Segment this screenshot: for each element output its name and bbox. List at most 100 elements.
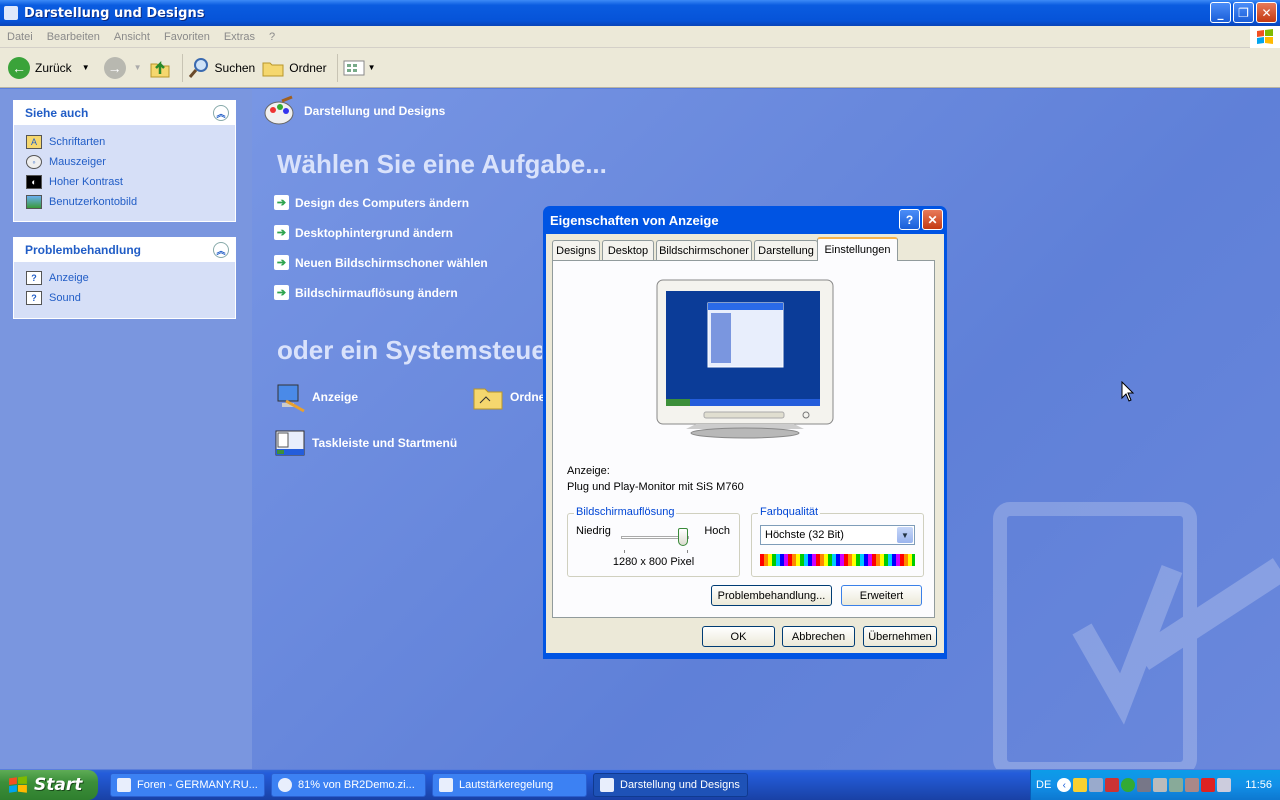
sidebar-item-mouse-pointer[interactable]: ◦ Mauszeiger bbox=[14, 152, 235, 172]
collapse-icon[interactable]: ︽ bbox=[213, 242, 229, 258]
taskbar-item-forum[interactable]: Foren - GERMANY.RU... bbox=[110, 773, 265, 797]
tab-designs[interactable]: Designs bbox=[552, 240, 600, 260]
dialog-help-button[interactable]: ? bbox=[899, 209, 920, 230]
antivirus-icon[interactable] bbox=[1105, 778, 1120, 792]
menu-help[interactable]: ? bbox=[262, 31, 282, 43]
toolbar-separator bbox=[181, 53, 183, 82]
task-change-background[interactable]: ➔ Desktophintergrund ändern bbox=[274, 225, 453, 240]
tab-screensaver[interactable]: Bildschirmschoner bbox=[656, 240, 752, 260]
folder-options-icon bbox=[473, 388, 503, 410]
forward-button[interactable]: → ▼ bbox=[103, 56, 142, 79]
tab-desktop[interactable]: Desktop bbox=[602, 240, 654, 260]
display-icon bbox=[277, 384, 305, 413]
warning-icon[interactable] bbox=[1073, 778, 1088, 792]
cpl-taskbar-start-menu[interactable]: Taskleiste und Startmenü bbox=[274, 427, 457, 459]
shield-icon[interactable] bbox=[1185, 778, 1200, 792]
chevron-down-icon[interactable]: ▼ bbox=[134, 63, 142, 72]
sidebar-item-sound[interactable]: ? Sound bbox=[14, 288, 235, 308]
search-icon bbox=[188, 57, 208, 78]
help-icon: ? bbox=[26, 271, 42, 285]
language-indicator[interactable]: DE bbox=[1036, 779, 1051, 791]
back-arrow-icon: ← bbox=[8, 56, 30, 79]
dialog-close-button[interactable]: ✕ bbox=[922, 209, 943, 230]
see-also-header[interactable]: Siehe auch ︽ bbox=[14, 101, 235, 125]
minimize-button[interactable]: _ bbox=[1210, 2, 1231, 23]
display-label: Anzeige: bbox=[567, 465, 610, 477]
tab-appearance[interactable]: Darstellung bbox=[754, 240, 818, 260]
apply-button[interactable]: Übernehmen bbox=[863, 626, 937, 647]
monitor-preview-icon bbox=[656, 279, 834, 439]
user-picture-icon bbox=[26, 195, 42, 209]
clock[interactable]: 11:56 bbox=[1245, 779, 1272, 791]
views-button[interactable]: ▼ bbox=[342, 58, 376, 78]
resolution-group: Bildschirmauflösung Niedrig Hoch 1280 x … bbox=[567, 506, 740, 577]
nvidia-icon[interactable] bbox=[1121, 778, 1136, 792]
task-title: Wählen Sie eine Aufgabe... bbox=[277, 149, 607, 179]
monitor-tray-icon[interactable] bbox=[1217, 778, 1232, 792]
cpl-folder-options[interactable]: Ordneroptionen bbox=[472, 381, 544, 413]
task-change-resolution[interactable]: ➔ Bildschirmauflösung ändern bbox=[274, 285, 458, 300]
window-titlebar[interactable]: Darstellung und Designs _ ❐ ✕ bbox=[0, 0, 1280, 26]
acrobat-icon[interactable] bbox=[1201, 778, 1216, 792]
dropdown-arrow-icon[interactable]: ▼ bbox=[897, 527, 913, 543]
forward-arrow-icon: → bbox=[103, 56, 126, 79]
start-button[interactable]: Start bbox=[0, 770, 98, 800]
sidebar-item-fonts[interactable]: A Schriftarten bbox=[14, 132, 235, 152]
download-icon bbox=[278, 778, 292, 792]
advanced-button[interactable]: Erweitert bbox=[841, 585, 922, 606]
task-choose-screensaver[interactable]: ➔ Neuen Bildschirmschoner wählen bbox=[274, 255, 488, 270]
sidebar-item-high-contrast[interactable]: ◐ Hoher Kontrast bbox=[14, 172, 235, 192]
safely-remove-icon[interactable] bbox=[1169, 778, 1184, 792]
taskbar-icon bbox=[275, 430, 305, 456]
back-button[interactable]: ← Zurück ▼ bbox=[8, 56, 90, 79]
chevron-down-icon[interactable]: ▼ bbox=[368, 63, 376, 72]
network-icon[interactable] bbox=[1089, 778, 1104, 792]
toolbar: ← Zurück ▼ → ▼ Suchen Ordner ▼ bbox=[0, 48, 1280, 88]
maximize-button[interactable]: ❐ bbox=[1233, 2, 1254, 23]
taskbar-item-download[interactable]: 81% von BR2Demo.zi... bbox=[271, 773, 426, 797]
disconnected-network-icon[interactable] bbox=[1137, 778, 1152, 792]
arrow-right-icon: ➔ bbox=[274, 225, 289, 240]
volume-icon[interactable] bbox=[1153, 778, 1168, 792]
collapse-icon[interactable]: ︽ bbox=[213, 105, 229, 121]
menu-favoriten[interactable]: Favoriten bbox=[157, 31, 217, 43]
close-button[interactable]: ✕ bbox=[1256, 2, 1277, 23]
task-change-theme[interactable]: ➔ Design des Computers ändern bbox=[274, 195, 469, 210]
color-quality-select[interactable]: Höchste (32 Bit) ▼ bbox=[760, 525, 915, 545]
high-contrast-icon: ◐ bbox=[26, 175, 42, 189]
arrow-right-icon: ➔ bbox=[274, 255, 289, 270]
ok-button[interactable]: OK bbox=[702, 626, 775, 647]
troubleshoot-header[interactable]: Problembehandlung ︽ bbox=[14, 238, 235, 262]
sidebar-item-user-picture[interactable]: Benutzerkontobild bbox=[14, 192, 235, 212]
menu-bearbeiten[interactable]: Bearbeiten bbox=[40, 31, 107, 43]
search-button[interactable]: Suchen bbox=[187, 56, 255, 80]
up-folder-icon bbox=[150, 60, 170, 77]
dialog-titlebar[interactable]: Eigenschaften von Anzeige ? ✕ bbox=[546, 206, 944, 234]
up-folder-button[interactable] bbox=[148, 56, 172, 80]
task-pane: Siehe auch ︽ A Schriftarten ◦ Mauszeiger ◐… bbox=[0, 89, 252, 769]
menu-extras[interactable]: Extras bbox=[217, 31, 262, 43]
taskbar-item-volume[interactable]: Lautstärkeregelung bbox=[432, 773, 587, 797]
arrow-right-icon: ➔ bbox=[274, 285, 289, 300]
tab-settings[interactable]: Einstellungen bbox=[817, 237, 898, 261]
menu-ansicht[interactable]: Ansicht bbox=[107, 31, 157, 43]
tray-expand-icon[interactable]: ‹ bbox=[1057, 778, 1072, 792]
cancel-button[interactable]: Abbrechen bbox=[782, 626, 855, 647]
taskbar-item-appearance[interactable]: Darstellung und Designs bbox=[593, 773, 748, 797]
cpl-display[interactable]: Anzeige bbox=[274, 381, 358, 413]
resolution-value: 1280 x 800 Pixel bbox=[612, 556, 695, 568]
menu-bar: Datei Bearbeiten Ansicht Favoriten Extra… bbox=[0, 26, 1280, 48]
resolution-slider-thumb[interactable] bbox=[678, 528, 688, 546]
sidebar-item-display[interactable]: ? Anzeige bbox=[14, 268, 235, 288]
views-icon bbox=[343, 60, 365, 75]
folders-button[interactable]: Ordner bbox=[261, 56, 327, 80]
fonts-folder-icon: A bbox=[26, 135, 42, 149]
chevron-down-icon[interactable]: ▼ bbox=[82, 63, 90, 72]
toolbar-separator bbox=[336, 53, 338, 82]
color-spectrum-bar bbox=[760, 554, 915, 566]
resolution-high-label: Hoch bbox=[704, 525, 730, 537]
menu-datei[interactable]: Datei bbox=[0, 31, 40, 43]
troubleshoot-button[interactable]: Problembehandlung... bbox=[711, 585, 832, 606]
windows-logo-icon bbox=[9, 776, 27, 793]
color-quality-group: Farbqualität Höchste (32 Bit) ▼ bbox=[751, 506, 924, 577]
